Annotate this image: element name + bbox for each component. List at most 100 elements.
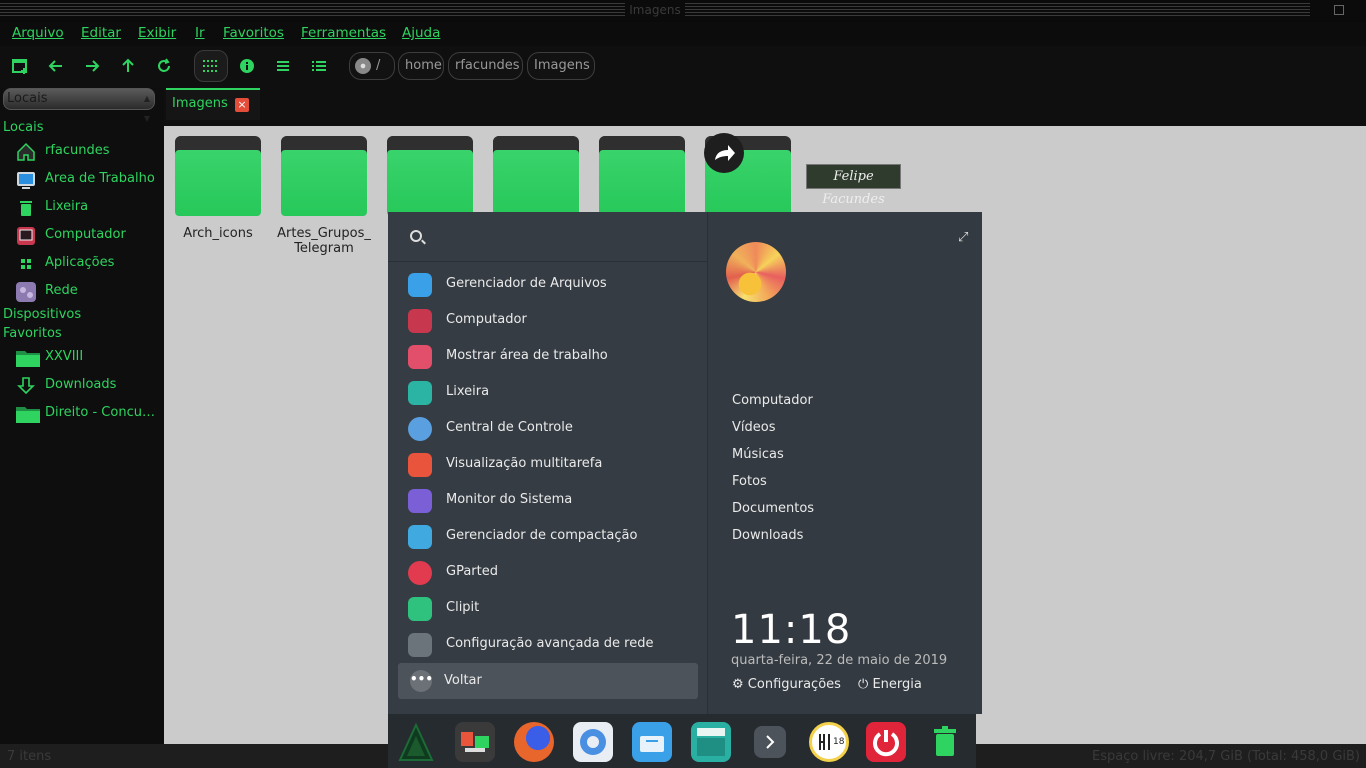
sidebar-item-label: rfacundes — [45, 143, 110, 158]
launcher-app-gparted[interactable]: GParted — [406, 558, 698, 588]
folder-icon — [599, 150, 685, 216]
place-music[interactable]: Músicas — [732, 447, 784, 462]
launcher-app-multitask[interactable]: Visualização multitarefa — [406, 450, 698, 480]
share-icon — [704, 133, 744, 173]
settings-icon[interactable] — [573, 722, 613, 762]
launcher-app-control-center[interactable]: Central de Controle — [406, 414, 698, 444]
place-videos[interactable]: Vídeos — [732, 420, 775, 435]
launcher-app-system-monitor[interactable]: Monitor do Sistema — [406, 486, 698, 516]
sidebar-combo[interactable]: Locais ▲ ▼ — [3, 88, 155, 123]
settings-button[interactable]: ⚙ Configurações — [732, 677, 841, 692]
sidebar-item-trash[interactable]: Lixeira — [16, 197, 162, 219]
breadcrumb-rfacundes[interactable]: rfacundes — [448, 52, 523, 80]
launcher-app-file-manager[interactable]: Gerenciador de Arquivos — [406, 270, 698, 300]
grid-view-icon — [203, 60, 217, 72]
launcher-search[interactable] — [388, 212, 708, 262]
menu-arquivo[interactable]: Arquivo — [12, 25, 64, 41]
breadcrumb-root[interactable]: / — [349, 52, 395, 80]
dock: 18 — [388, 714, 976, 768]
folder-item[interactable] — [387, 136, 473, 216]
firefox-icon[interactable] — [514, 722, 554, 762]
chevron-right-icon[interactable] — [754, 726, 786, 758]
info-icon[interactable] — [237, 56, 257, 76]
grid-view-toggle[interactable] — [194, 50, 228, 82]
more-dots-icon: ••• — [410, 670, 433, 692]
menu-favoritos[interactable]: Favoritos — [223, 25, 284, 41]
launcher-app-computer[interactable]: Computador — [406, 306, 698, 336]
launcher-app-label: Clipit — [446, 600, 480, 615]
image-thumbnail[interactable]: Felipe Facundes — [806, 164, 901, 207]
launcher-app-archive-manager[interactable]: Gerenciador de compactação — [406, 522, 698, 552]
section-locais: Locais — [3, 120, 44, 135]
sidebar-item-home[interactable]: rfacundes — [16, 141, 162, 163]
breadcrumb-imagens[interactable]: Imagens — [527, 52, 595, 80]
reload-icon[interactable] — [154, 56, 174, 76]
trash-icon — [408, 381, 432, 405]
sidebar-item-apps[interactable]: Aplicações — [16, 253, 162, 275]
sidebar-item-network[interactable]: Rede — [16, 281, 162, 303]
menu-ir[interactable]: Ir — [195, 25, 205, 41]
new-tab-icon[interactable] — [10, 56, 30, 76]
close-icon[interactable]: × — [235, 98, 249, 112]
folder-item[interactable] — [281, 136, 367, 216]
status-free-space: Espaço livre: 204,7 GiB (Total: 458,0 Gi… — [1092, 749, 1360, 764]
compact-view-icon[interactable] — [309, 56, 329, 76]
network-config-icon — [408, 633, 432, 657]
file-manager-icon[interactable] — [632, 722, 672, 762]
back-button[interactable]: ••• Voltar — [398, 663, 698, 699]
forward-arrow-icon[interactable] — [82, 56, 102, 76]
power-label: Energia — [872, 677, 922, 692]
sidebar-item-direito[interactable]: Direito - Concursos — [16, 403, 162, 425]
launcher-app-label: Mostrar área de trabalho — [446, 348, 608, 363]
power-icon[interactable] — [866, 722, 906, 762]
multitask-icon[interactable] — [455, 722, 495, 762]
power-button[interactable]: ⏻ Energia — [858, 677, 922, 692]
launcher-app-clipit[interactable]: Clipit — [406, 594, 698, 624]
menu-exibir[interactable]: Exibir — [138, 25, 176, 41]
avatar[interactable] — [726, 242, 786, 302]
folder-item[interactable] — [599, 136, 685, 216]
menu-editar[interactable]: Editar — [81, 25, 121, 41]
sidebar-item-computer[interactable]: Computador — [16, 225, 162, 247]
place-documents[interactable]: Documentos — [732, 501, 814, 516]
sidebar-item-xxviii[interactable]: XXVIII — [16, 347, 162, 369]
folder-item[interactable] — [175, 136, 261, 216]
sidebar-item-label: Área de Trabalho — [45, 171, 155, 186]
breadcrumb-root-label: / — [376, 58, 381, 73]
section-dispositivos: Dispositivos — [3, 307, 82, 322]
launcher-app-show-desktop[interactable]: Mostrar área de trabalho — [406, 342, 698, 372]
power-icon: ⏻ — [858, 677, 869, 692]
trash-icon — [20, 201, 32, 216]
back-arrow-icon[interactable] — [46, 56, 66, 76]
sidebar-item-desktop[interactable]: Área de Trabalho — [16, 169, 162, 191]
menu-ajuda[interactable]: Ajuda — [402, 25, 440, 41]
sidebar: Locais ▲ ▼ Locais rfacundes Área de Traba… — [0, 88, 164, 744]
place-downloads[interactable]: Downloads — [732, 528, 803, 543]
window-title: Imagens — [0, 3, 1310, 17]
system-monitor-icon — [408, 489, 432, 513]
menu-ferramentas[interactable]: Ferramentas — [301, 25, 386, 41]
up-arrow-icon[interactable] — [118, 56, 138, 76]
expand-icon[interactable]: ⤢ — [958, 230, 968, 245]
place-photos[interactable]: Fotos — [732, 474, 767, 489]
sidebar-item-label: Aplicações — [45, 255, 115, 270]
folder-icon — [493, 150, 579, 216]
list-view-icon[interactable] — [273, 56, 293, 76]
sidebar-item-label: Lixeira — [45, 199, 89, 214]
breadcrumb-home[interactable]: home — [398, 52, 444, 80]
clock-icon[interactable]: 18 — [809, 722, 849, 762]
file-manager-icon — [408, 273, 432, 297]
tab-imagens[interactable]: Imagens × — [166, 88, 260, 120]
folder-icon — [16, 407, 40, 423]
place-computer[interactable]: Computador — [732, 393, 813, 408]
files-icon[interactable] — [691, 722, 731, 762]
launcher-app-network-config[interactable]: Configuração avançada de rede — [406, 630, 698, 660]
maximize-button[interactable] — [1334, 5, 1344, 15]
tab-label: Imagens — [172, 96, 228, 111]
arch-launcher-icon[interactable] — [396, 722, 436, 762]
launcher-app-trash[interactable]: Lixeira — [406, 378, 698, 408]
sidebar-item-downloads[interactable]: Downloads — [16, 375, 162, 397]
download-icon — [17, 377, 35, 395]
trash-icon[interactable] — [925, 722, 965, 762]
folder-item[interactable] — [493, 136, 579, 216]
